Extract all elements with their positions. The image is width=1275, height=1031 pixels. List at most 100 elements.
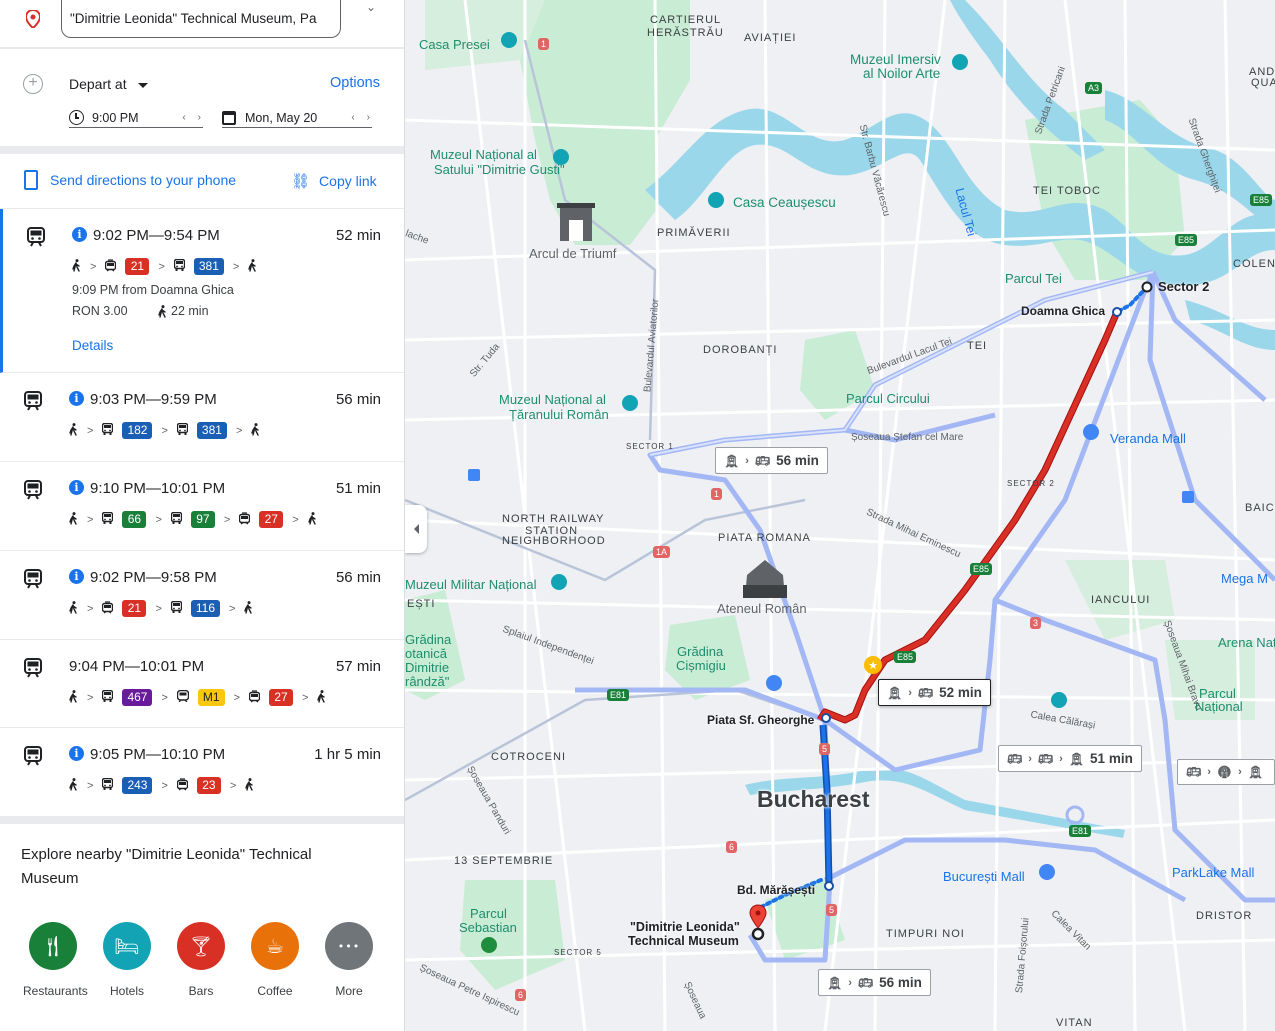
copy-link-button[interactable]: ⛓ Copy link (291, 172, 377, 190)
poi-label[interactable]: al Noilor Arte (863, 66, 940, 81)
info-icon[interactable]: i (69, 480, 84, 495)
time-next-icon[interactable]: › (198, 112, 201, 123)
time-prev-icon[interactable]: ‹ (182, 112, 185, 123)
info-icon[interactable]: i (69, 746, 84, 761)
time-field[interactable]: 9:00 PM ‹ › (69, 108, 203, 128)
line-badge: 66 (122, 511, 147, 528)
tram-icon: 🚊︎ (887, 685, 903, 700)
stop-label-maraseti[interactable]: Bd. Mărășești (737, 883, 815, 897)
category-more[interactable]: ••• More (319, 922, 379, 998)
poi-label[interactable]: Arena Națion (1218, 635, 1275, 650)
district-label: COTROCENI (491, 751, 566, 763)
route-option[interactable]: i 9:05 PM—10:10 PM 1 hr 5 min >243 >23 > (0, 728, 404, 817)
destination-input[interactable]: "Dimitrie Leonida" Technical Museum, Pa (61, 0, 341, 38)
poi-label[interactable]: Arcul de Triumf (529, 246, 616, 261)
road-sign: E85 (1175, 234, 1198, 246)
stop-label-sector2[interactable]: Sector 2 (1158, 279, 1209, 294)
bus-icon (173, 258, 186, 274)
route-option[interactable]: i 9:02 PM—9:54 PM 52 min >21 >381 >9:09 PM fr… (0, 209, 404, 373)
route-chip-56min-2[interactable]: 🚊︎ › 🚌︎ 56 min (818, 969, 931, 996)
options-link[interactable]: Options (330, 75, 380, 91)
route-option[interactable]: 9:04 PM—10:01 PM 57 min >467 > M1 >27 > (0, 640, 404, 728)
chevron-right-icon: > (229, 602, 236, 615)
chip-duration: 51 min (1090, 751, 1133, 766)
poi-label[interactable]: Grădina (677, 644, 723, 659)
poi-label[interactable]: Casa Presei (419, 37, 490, 52)
line-badge: 97 (190, 511, 215, 528)
chevron-right-icon: › (1207, 766, 1211, 778)
chevron-left-icon (413, 524, 419, 534)
route-chip-56min[interactable]: 🚊︎ › 🚌︎ 56 min (715, 447, 828, 474)
stop-label-doamna-ghica[interactable]: Doamna Ghica (1021, 304, 1105, 318)
poi-label[interactable]: București Mall (943, 869, 1025, 884)
category-coffee[interactable]: ☕︎ Coffee (245, 922, 305, 998)
road-sign: 1 (711, 488, 723, 500)
map-view[interactable]: ★ 1 1 1A 5 5 6 6 3 E85 E85 E85 E85 E81 E… (405, 0, 1275, 1031)
road-sign: E81 (607, 689, 630, 701)
poi-label[interactable]: Muzeul Imersiv (850, 52, 941, 67)
line-badge: 116 (190, 600, 221, 617)
chevron-right-icon: › (1028, 752, 1032, 765)
phone-send-icon (24, 170, 38, 190)
info-icon[interactable]: i (69, 391, 84, 406)
info-icon[interactable]: i (69, 569, 84, 584)
poi-label[interactable]: Grădina (405, 632, 451, 647)
poi-label[interactable]: Casa Ceaușescu (733, 195, 836, 210)
route-option[interactable]: i 9:03 PM—9:59 PM 56 min >182 >381 > (0, 373, 404, 462)
date-next-icon[interactable]: › (367, 112, 370, 123)
category-restaurants[interactable]: 🍴︎ Restaurants (23, 922, 88, 998)
poi-label[interactable]: rândză" (405, 674, 449, 689)
poi-label[interactable]: Veranda Mall (1110, 431, 1186, 446)
departure-info: 9:09 PM from Doamna Ghica (72, 283, 234, 297)
walk-icon (244, 600, 253, 617)
district-label: NEIGHBORHOOD (502, 535, 606, 547)
poi-label[interactable]: Țăranului Român (509, 407, 609, 422)
collapse-panel-button[interactable] (405, 505, 427, 553)
date-prev-icon[interactable]: ‹ (351, 112, 354, 123)
district-label: COLENT (1233, 258, 1275, 270)
stop-label-piata[interactable]: Piata Sf. Gheorghe (707, 713, 814, 727)
poi-label[interactable]: Cișmigiu (676, 658, 726, 673)
route-chip-52min[interactable]: 🚊︎ › 🚌︎ 52 min (878, 679, 991, 706)
swap-menu-icon[interactable]: ⌄ (366, 0, 376, 14)
section-divider (0, 816, 404, 824)
poi-label[interactable]: Muzeul Național al (430, 147, 537, 162)
route-option[interactable]: i 9:10 PM—10:01 PM 51 min >66 >97 >27 > (0, 462, 404, 551)
tram-icon (102, 600, 114, 617)
stop-label-museum-2[interactable]: Technical Museum (628, 934, 739, 948)
chevron-right-icon: > (302, 691, 309, 704)
bed-icon: 🛏︎ (114, 934, 140, 958)
stop-label-museum[interactable]: "Dimitrie Leonida" (630, 920, 740, 934)
depart-at-dropdown[interactable]: Depart at (69, 76, 149, 92)
poi-label[interactable]: Mega M (1221, 571, 1268, 586)
poi-label[interactable]: Muzeul Național al (499, 392, 606, 407)
bus-icon: 🚌︎ (917, 685, 934, 700)
explore-title: Explore nearby "Dimitrie Leonida" Techni… (21, 846, 312, 887)
poi-label[interactable]: Parcul Tei (1005, 271, 1062, 286)
bus-icon: 🚌︎ (754, 453, 771, 468)
info-icon[interactable]: i (72, 227, 87, 242)
category-hotels[interactable]: 🛏︎ Hotels (97, 922, 157, 998)
poi-label[interactable]: otanică (405, 646, 447, 661)
line-badge: 27 (269, 689, 294, 706)
details-link[interactable]: Details (72, 338, 113, 353)
poi-label[interactable]: Parcul Circului (846, 391, 930, 406)
poi-label[interactable]: Satului "Dimitrie Gusti" (434, 162, 565, 177)
send-to-phone-button[interactable]: Send directions to your phone (24, 170, 236, 190)
route-steps: >21 >116 > (69, 600, 253, 617)
category-circle: 🍸︎ (177, 922, 225, 970)
route-chip-51min[interactable]: 🚌︎ › 🚌︎ › 🚊︎ 51 min (998, 745, 1142, 772)
route-chip-partial[interactable]: 🚌︎ › 🚇︎ › 🚊︎ (1177, 759, 1275, 785)
route-option[interactable]: i 9:02 PM—9:58 PM 56 min >21 >116 > (0, 551, 404, 640)
date-field[interactable]: Mon, May 20 ‹ › (222, 108, 372, 128)
poi-label[interactable]: Parcul (470, 906, 507, 921)
poi-label[interactable]: Muzeul Militar Național (405, 577, 537, 592)
add-stop-icon[interactable]: + (23, 74, 43, 94)
poi-label[interactable]: Sebastian (459, 920, 517, 935)
poi-label[interactable]: Ateneul Român (717, 601, 807, 616)
category-bars[interactable]: 🍸︎ Bars (171, 922, 231, 998)
poi-label[interactable]: Dimitrie (405, 660, 449, 675)
district-label: HERĂSTRĂU (647, 27, 724, 39)
walk-icon (69, 422, 78, 439)
poi-label[interactable]: ParkLake Mall (1172, 865, 1254, 880)
